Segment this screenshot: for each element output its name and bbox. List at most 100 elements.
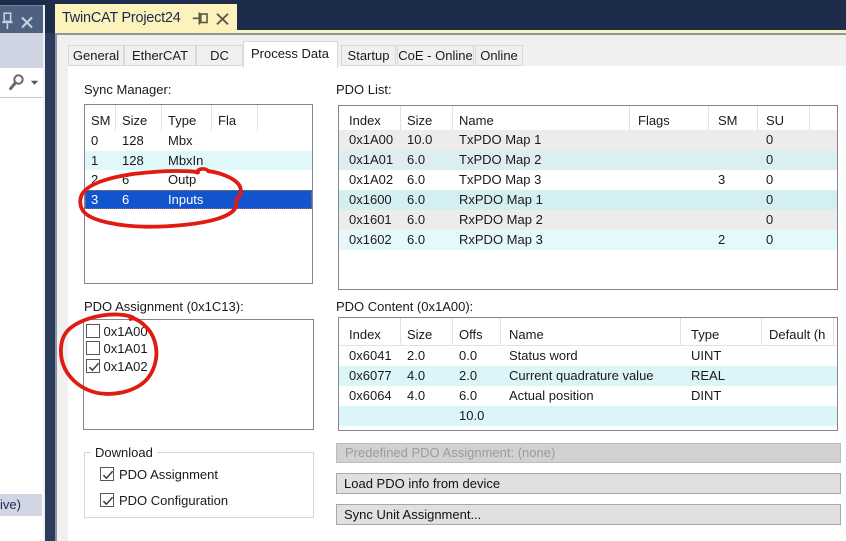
table-cell: 0 <box>758 230 818 250</box>
search-box[interactable] <box>0 68 43 98</box>
chevron-down-icon[interactable] <box>30 80 39 86</box>
table-cell: 6.0 <box>401 230 459 250</box>
pdo-list-table[interactable]: IndexSizeNameFlagsSMSU0x1A0010.0TxPDO Ma… <box>338 105 838 290</box>
checkbox-unchecked[interactable] <box>86 324 100 338</box>
checkbox-label: PDO Assignment <box>119 467 218 482</box>
table-cell: 2.0 <box>401 346 459 366</box>
table-cell <box>630 230 717 250</box>
column-header[interactable]: SM <box>709 106 758 130</box>
pin-icon[interactable] <box>1 12 15 30</box>
column-header[interactable]: Index <box>339 318 401 345</box>
table-cell: 6.0 <box>401 190 459 210</box>
table-cell: 6.0 <box>401 150 459 170</box>
table-row[interactable]: 10.0 <box>339 406 837 426</box>
column-header[interactable]: Size <box>401 106 453 130</box>
table-cell: 10.0 <box>401 130 459 150</box>
column-header[interactable]: Name <box>453 106 630 130</box>
table-cell: 2.0 <box>453 366 507 386</box>
table-cell <box>212 190 264 210</box>
table-row[interactable]: 0x1A016.0TxPDO Map 20 <box>339 150 837 170</box>
column-header[interactable] <box>810 106 837 130</box>
table-cell: Outp <box>162 170 218 190</box>
table-cell: TxPDO Map 3 <box>453 170 636 190</box>
tab-coe-online[interactable]: CoE - Online <box>397 45 474 66</box>
table-row[interactable]: 0x16026.0RxPDO Map 320 <box>339 230 837 250</box>
table-row[interactable]: 0x60774.02.0Current quadrature valueREAL <box>339 366 837 386</box>
table-cell <box>762 366 841 386</box>
table-cell <box>630 130 717 150</box>
column-header[interactable]: Fla <box>212 105 258 131</box>
load-pdo-info-button[interactable]: Load PDO info from device <box>336 473 841 494</box>
document-tab-title: TwinCAT Project24 <box>62 10 181 26</box>
table-cell <box>630 210 717 230</box>
column-header[interactable]: Type <box>681 318 762 345</box>
table-cell: Inputs <box>162 190 218 210</box>
table-cell: 0 <box>758 210 818 230</box>
table-cell: 4.0 <box>401 366 459 386</box>
table-row[interactable]: 0x16006.0RxPDO Map 10 <box>339 190 837 210</box>
table-row[interactable]: 0128Mbx <box>85 131 312 151</box>
table-cell: DINT <box>681 386 772 406</box>
table-cell: TxPDO Map 2 <box>453 150 636 170</box>
column-header[interactable]: Name <box>501 318 681 345</box>
table-row[interactable]: 0x1A0010.0TxPDO Map 10 <box>339 130 837 150</box>
checkbox-unchecked[interactable] <box>86 341 100 355</box>
checkbox-checked[interactable] <box>100 493 114 507</box>
table-row[interactable]: 26Outp <box>85 170 312 190</box>
tab-dc[interactable]: DC <box>196 45 243 66</box>
table-row[interactable]: 0x1A026.0TxPDO Map 330 <box>339 170 837 190</box>
tab-general[interactable]: General <box>68 45 124 66</box>
table-row[interactable]: 0x60644.06.0Actual positionDINT <box>339 386 837 406</box>
table-cell: 0 <box>758 150 818 170</box>
table-cell: MbxIn <box>162 151 218 171</box>
close-icon[interactable] <box>216 13 229 26</box>
table-cell: 0.0 <box>453 346 507 366</box>
column-header[interactable]: Index <box>339 106 401 130</box>
column-header[interactable]: Default (h <box>762 318 834 345</box>
table-cell: 6.0 <box>401 170 459 190</box>
tree-item-selected[interactable]: ive) <box>0 494 42 516</box>
column-header[interactable]: Size <box>401 318 453 345</box>
table-cell: RxPDO Map 1 <box>453 190 636 210</box>
column-header[interactable]: Type <box>162 105 212 131</box>
column-header[interactable] <box>834 318 837 345</box>
table-cell <box>212 170 264 190</box>
pdo-assignment-list[interactable]: 0x1A000x1A010x1A02 <box>83 319 314 430</box>
table-row[interactable]: 1128MbxIn <box>85 151 312 171</box>
tab-startup[interactable]: Startup <box>341 45 396 66</box>
pdo-list-label: PDO List: <box>336 82 392 97</box>
pdo-content-table[interactable]: IndexSizeOffsNameTypeDefault (h0x60412.0… <box>338 317 838 431</box>
pin-icon[interactable] <box>192 11 208 26</box>
table-cell <box>762 406 841 426</box>
table-cell: 0 <box>758 190 818 210</box>
table-cell <box>681 406 772 426</box>
table-cell: RxPDO Map 3 <box>453 230 636 250</box>
tree-item-label: ive) <box>0 497 21 512</box>
sync-manager-table[interactable]: SMSizeTypeFla0128Mbx1128MbxIn26Outp36Inp… <box>84 104 313 284</box>
table-row[interactable]: 0x16016.0RxPDO Map 20 <box>339 210 837 230</box>
sync-unit-assignment-button[interactable]: Sync Unit Assignment... <box>336 504 841 525</box>
table-cell <box>630 190 717 210</box>
column-header[interactable]: Size <box>116 105 162 131</box>
column-header[interactable]: Flags <box>630 106 709 130</box>
table-cell: UINT <box>681 346 772 366</box>
column-header[interactable]: SU <box>758 106 810 130</box>
tool-window-body <box>0 98 43 541</box>
tab-ethercat[interactable]: EtherCAT <box>124 45 196 66</box>
tab-online[interactable]: Online <box>475 45 523 66</box>
table-row[interactable]: 36Inputs <box>85 190 312 210</box>
checkbox-checked[interactable] <box>100 467 114 481</box>
download-group <box>84 452 314 518</box>
table-row[interactable]: 0x60412.00.0Status wordUINT <box>339 346 837 366</box>
tab-process-data[interactable]: Process Data <box>243 41 338 68</box>
table-cell: 10.0 <box>453 406 507 426</box>
column-header[interactable] <box>258 105 312 131</box>
column-header[interactable]: SM <box>85 105 116 131</box>
checkbox-checked[interactable] <box>86 359 100 373</box>
table-cell: 128 <box>116 131 168 151</box>
close-icon[interactable] <box>20 16 34 29</box>
table-cell <box>212 131 264 151</box>
column-header[interactable]: Offs <box>453 318 501 345</box>
checkbox-label: 0x1A01 <box>104 341 148 356</box>
document-tab[interactable]: TwinCAT Project24 <box>55 4 237 30</box>
